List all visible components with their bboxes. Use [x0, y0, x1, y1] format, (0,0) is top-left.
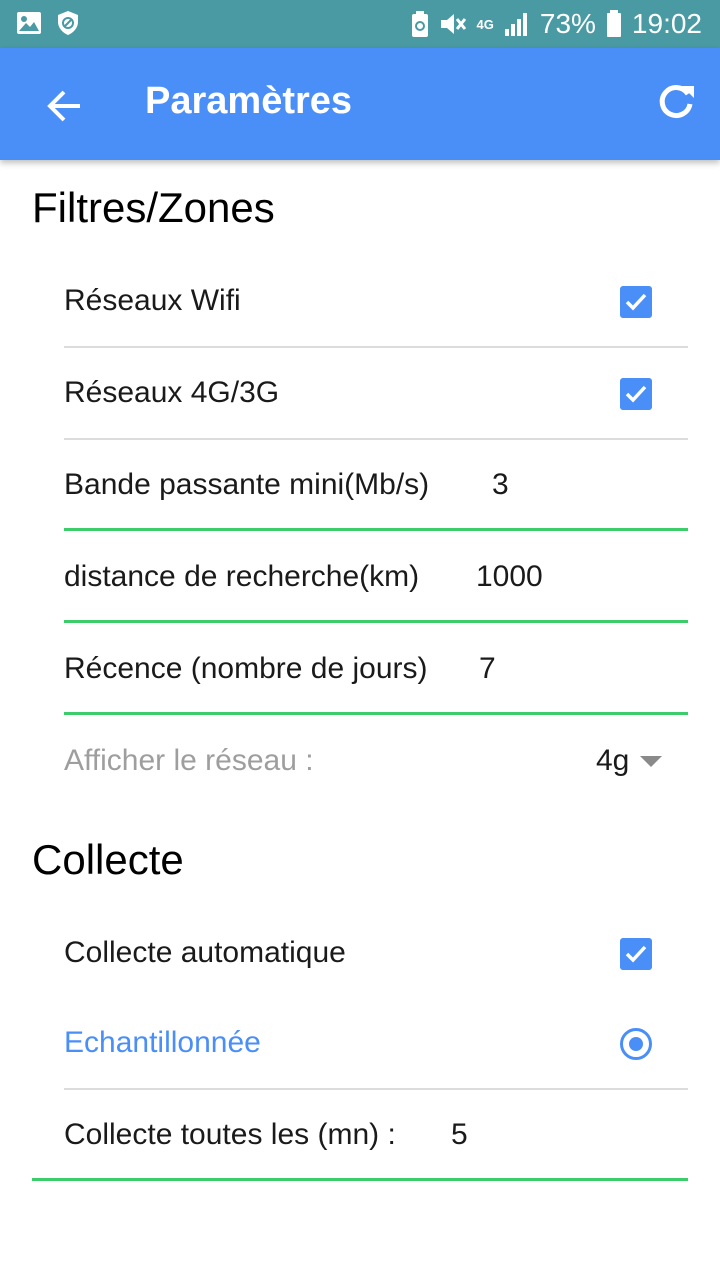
check-icon — [625, 945, 647, 963]
divider — [64, 346, 688, 348]
distance-label: distance de recherche(km) — [64, 560, 420, 593]
back-button[interactable] — [40, 82, 88, 130]
battery-icon — [606, 10, 621, 37]
auto-collect-checkbox[interactable] — [620, 938, 652, 970]
distance-underline — [64, 620, 688, 623]
interval-input[interactable]: 5 — [451, 1118, 468, 1152]
refresh-button[interactable] — [652, 78, 700, 126]
interval-label: Collecte toutes les (mn) : — [64, 1118, 396, 1151]
recency-underline — [64, 712, 688, 715]
check-icon — [625, 385, 647, 403]
status-bar: 4G 73% 19:02 — [0, 0, 720, 48]
sampled-radio[interactable] — [620, 1028, 652, 1060]
cellular-label: Réseaux 4G/3G — [64, 376, 280, 409]
check-icon — [625, 293, 647, 311]
mute-icon — [440, 14, 466, 34]
bandwidth-input[interactable]: 3 — [492, 468, 509, 502]
interval-underline — [32, 1178, 688, 1181]
bandwidth-underline — [64, 528, 688, 531]
clock: 19:02 — [631, 8, 702, 39]
network-type-label: 4G — [476, 16, 494, 32]
chevron-down-icon — [640, 756, 662, 767]
display-network-value: 4g — [596, 744, 630, 777]
app-bar: Paramètres — [0, 48, 720, 160]
recency-label: Récence (nombre de jours) — [64, 652, 428, 685]
display-network-label: Afficher le réseau : — [64, 744, 314, 777]
battery-percentage: 73% — [539, 8, 596, 39]
section-title-filters: Filtres/Zones — [32, 184, 275, 231]
image-icon — [17, 12, 41, 34]
display-network-dropdown[interactable]: 4g — [590, 738, 670, 786]
refresh-icon — [659, 85, 694, 119]
cellular-checkbox[interactable] — [620, 378, 652, 410]
auto-collect-label: Collecte automatique — [64, 936, 346, 969]
distance-input[interactable]: 1000 — [476, 560, 543, 594]
recency-input[interactable]: 7 — [479, 652, 496, 686]
arrow-back-icon — [47, 90, 80, 122]
page-title: Paramètres — [145, 80, 353, 122]
divider — [64, 1088, 688, 1090]
wifi-checkbox[interactable] — [620, 286, 652, 318]
divider — [64, 438, 688, 440]
battery-saver-icon — [411, 11, 428, 37]
radio-selected-dot — [629, 1037, 643, 1051]
sampled-label: Echantillonnée — [64, 1026, 261, 1059]
shield-icon — [58, 11, 78, 35]
bandwidth-label: Bande passante mini(Mb/s) — [64, 468, 430, 501]
signal-icon — [504, 13, 527, 36]
section-title-collect: Collecte — [32, 836, 184, 883]
wifi-label: Réseaux Wifi — [64, 284, 241, 317]
